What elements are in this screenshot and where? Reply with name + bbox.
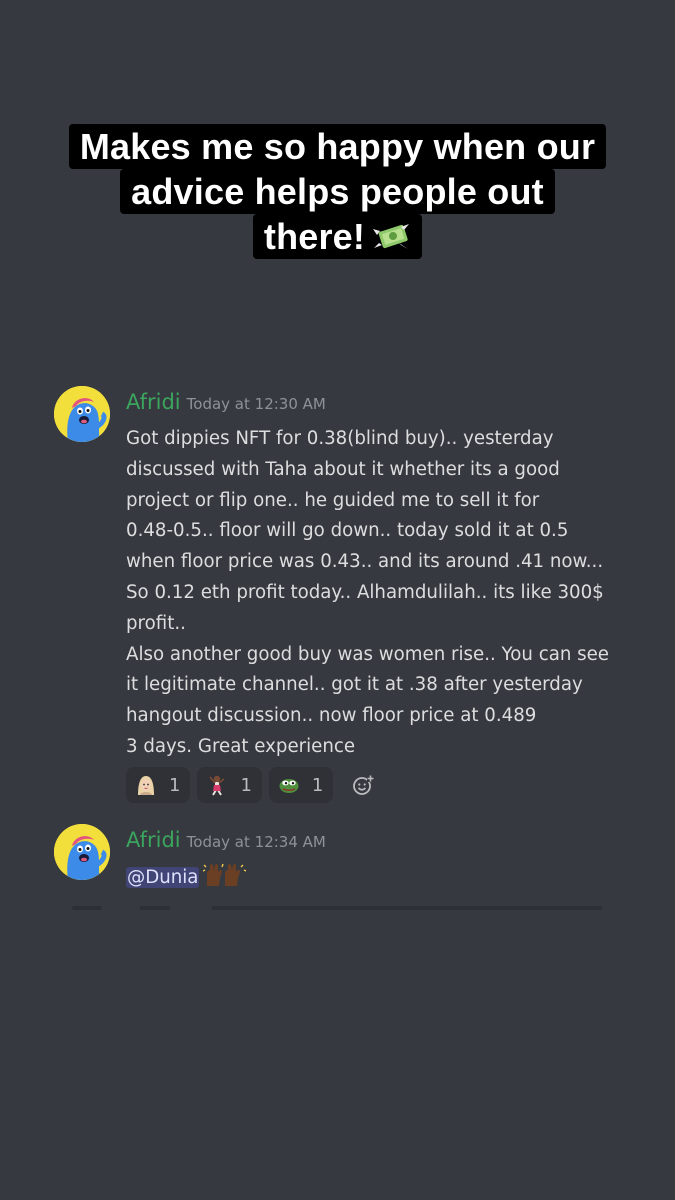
woman-avatar-emoji-icon (138, 776, 154, 795)
reaction-dancing-person[interactable]: 1 (197, 767, 262, 803)
message-line: So 0.12 eth profit today.. Alhamdulilah.… (126, 581, 604, 603)
divider-remnant (140, 906, 170, 910)
message-line: 3 days. Great experience (126, 735, 356, 757)
avatar[interactable] (54, 824, 110, 880)
avatar-image (54, 824, 110, 880)
divider-remnant (212, 906, 602, 910)
caption-line-3: there! (252, 214, 423, 259)
timestamp: Today at 12:30 AM (186, 395, 326, 413)
message-line: 0.48-0.5.. floor will go down.. today so… (126, 520, 569, 542)
message-line: Got dippies NFT for 0.38(blind buy).. ye… (126, 428, 554, 449)
message-line: @Dunia (126, 862, 626, 894)
message-line: discussed with Taha about it whether its… (126, 458, 560, 480)
caption-line-2: advice helps people out (120, 169, 555, 214)
dancing-person-emoji-icon (209, 775, 225, 796)
add-reaction-icon (353, 775, 375, 795)
message-line: project or flip one.. he guided me to se… (126, 489, 540, 511)
message-line: profit.. (126, 612, 186, 634)
message-line: it legitimate channel.. got it at .38 af… (126, 674, 583, 696)
message-header: Afridi Today at 12:34 AM (126, 828, 326, 852)
message-header: Afridi Today at 12:30 AM (126, 390, 326, 414)
user-mention[interactable]: @Dunia (126, 867, 200, 888)
reaction-woman-avatar[interactable]: 1 (126, 767, 191, 803)
message-line: Also another good buy was women rise.. Y… (126, 643, 609, 665)
money-with-wings-emoji-icon (373, 224, 410, 249)
reaction-count: 1 (311, 774, 324, 796)
username[interactable]: Afridi (126, 390, 181, 414)
divider-remnant (72, 906, 102, 910)
message-content: Got dippies NFT for 0.38(blind buy).. ye… (126, 424, 626, 763)
reaction-count: 1 (169, 774, 181, 796)
reaction-count: 1 (240, 774, 252, 796)
pepe-frog-emoji-icon (279, 779, 299, 793)
avatar[interactable] (54, 386, 110, 442)
reaction-pepe-frog[interactable]: 1 (268, 767, 334, 803)
timestamp: Today at 12:34 AM (186, 833, 326, 851)
raising-hands-emoji-icon (203, 863, 247, 886)
message-content: @Dunia (126, 862, 626, 894)
reactions-bar: 1 1 1 (126, 767, 376, 803)
caption-line-3-text: there! (263, 216, 366, 257)
caption-line-1: Makes me so happy when our (68, 124, 607, 169)
message-line: hangout discussion.. now floor price at … (126, 705, 537, 727)
message-line: when floor price was 0.43.. and its arou… (126, 551, 604, 573)
add-reaction-button[interactable] (350, 772, 376, 798)
caption-overlay: Makes me so happy when our advice helps … (0, 124, 675, 259)
avatar-image (54, 386, 110, 442)
username[interactable]: Afridi (126, 828, 181, 852)
